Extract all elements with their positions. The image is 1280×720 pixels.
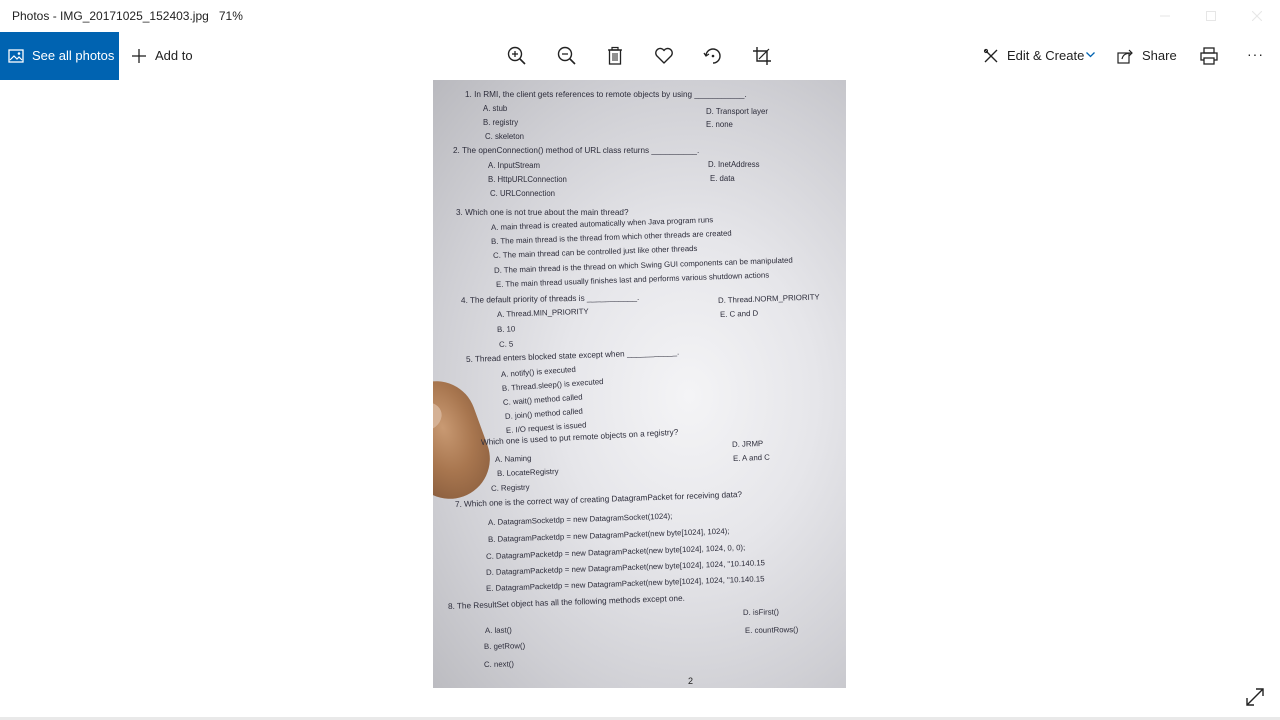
question-5-option: C. wait() method called bbox=[502, 392, 583, 407]
question-7-option: D. DatagramPacketdp = new DatagramPacket… bbox=[485, 558, 766, 577]
zoom-level: 71% bbox=[218, 9, 243, 23]
window-title: Photos - IMG_20171025_152403.jpg 71% bbox=[12, 9, 243, 23]
see-all-photos-button[interactable]: See all photos bbox=[0, 32, 119, 80]
zoom-out-icon bbox=[557, 46, 576, 65]
crop-button[interactable] bbox=[750, 44, 774, 68]
title-bar: Photos - IMG_20171025_152403.jpg 71% bbox=[0, 0, 1280, 32]
question-3-option: C. The main thread can be controlled jus… bbox=[492, 243, 698, 260]
question-8-option: C. next() bbox=[483, 659, 514, 669]
question-4-option: E. C and D bbox=[719, 308, 759, 319]
question-2: 2. The openConnection() method of URL cl… bbox=[453, 146, 700, 155]
delete-icon bbox=[608, 46, 622, 65]
question-6-option: C. Registry bbox=[490, 482, 530, 493]
question-2-option: A. InputStream bbox=[488, 161, 541, 170]
see-all-photos-label: See all photos bbox=[32, 48, 115, 63]
minimize-button[interactable] bbox=[1142, 0, 1188, 32]
zoom-out-button[interactable] bbox=[555, 44, 579, 68]
more-icon: ··· bbox=[1247, 46, 1264, 62]
question-4-option: C. 5 bbox=[498, 339, 514, 349]
question-6-option: A. Naming bbox=[494, 453, 532, 464]
question-6-option: B. LocateRegistry bbox=[496, 466, 559, 478]
photos-icon bbox=[8, 49, 24, 63]
minimize-icon bbox=[1160, 15, 1170, 17]
favorite-button[interactable] bbox=[652, 44, 676, 68]
expand-icon bbox=[1246, 688, 1264, 706]
question-7-option: E. DatagramPacketdp = new DatagramPacket… bbox=[485, 574, 765, 593]
question-1-option: E. none bbox=[706, 120, 733, 129]
question-2-option: D. InetAddress bbox=[708, 160, 760, 169]
share-label: Share bbox=[1142, 48, 1177, 63]
exam-paper: 1. In RMI, the client gets references to… bbox=[433, 80, 846, 688]
question-8-option: A. last() bbox=[484, 625, 512, 635]
delete-button[interactable] bbox=[603, 44, 627, 68]
question-4-option: B. 10 bbox=[496, 324, 516, 334]
question-7: 7. Which one is the correct way of creat… bbox=[454, 489, 743, 509]
question-4-option: D. Thread.NORM_PRIORITY bbox=[717, 292, 820, 305]
question-5-option: D. join() method called bbox=[504, 406, 584, 421]
question-2-option: B. HttpURLConnection bbox=[488, 175, 567, 184]
share-icon bbox=[1117, 49, 1133, 64]
question-8-option: B. getRow() bbox=[483, 641, 526, 651]
rotate-icon bbox=[703, 48, 721, 64]
question-2-option: C. URLConnection bbox=[490, 189, 556, 198]
question-1-option: C. skeleton bbox=[485, 132, 525, 141]
plus-icon bbox=[132, 49, 146, 63]
edit-create-button[interactable]: Edit & Create bbox=[983, 32, 1097, 80]
print-button[interactable] bbox=[1197, 44, 1221, 68]
question-7-option: A. DatagramSocketdp = new DatagramSocket… bbox=[487, 511, 673, 527]
question-4: 4. The default priority of threads is __… bbox=[460, 292, 640, 305]
add-to-button[interactable]: Add to bbox=[131, 32, 211, 80]
edit-create-label: Edit & Create bbox=[1007, 48, 1085, 63]
share-button[interactable]: Share bbox=[1117, 32, 1177, 80]
zoom-in-icon bbox=[507, 46, 526, 65]
question-8-option: E. countRows() bbox=[744, 625, 799, 635]
add-to-label: Add to bbox=[155, 48, 193, 63]
edit-create-icon bbox=[983, 48, 998, 63]
chevron-down-icon bbox=[1086, 52, 1095, 58]
full-screen-button[interactable] bbox=[1244, 686, 1266, 708]
close-icon bbox=[1252, 11, 1262, 21]
page-number: 2 bbox=[688, 676, 694, 686]
photo-viewer-image[interactable]: 1. In RMI, the client gets references to… bbox=[433, 80, 846, 688]
question-6-option: E. A and C bbox=[732, 452, 770, 463]
question-7-option: B. DatagramPacketdp = new DatagramPacket… bbox=[487, 526, 730, 544]
question-1-option: D. Transport layer bbox=[706, 107, 768, 116]
question-2-option: E. data bbox=[710, 174, 735, 183]
question-8: 8. The ResultSet object has all the foll… bbox=[447, 593, 685, 611]
question-1-option: A. stub bbox=[483, 104, 508, 113]
crop-icon bbox=[753, 47, 771, 65]
question-5-option: A. notify() is executed bbox=[500, 364, 577, 379]
question-5: 5. Thread enters blocked state except wh… bbox=[465, 347, 680, 364]
zoom-in-button[interactable] bbox=[505, 44, 529, 68]
maximize-button[interactable] bbox=[1188, 0, 1234, 32]
question-7-option: C. DatagramPacketdp = new DatagramPacket… bbox=[485, 542, 746, 561]
heart-icon bbox=[655, 47, 673, 64]
question-5-option: B. Thread.sleep() is executed bbox=[501, 376, 604, 393]
rotate-button[interactable] bbox=[701, 44, 725, 68]
close-button[interactable] bbox=[1234, 0, 1280, 32]
more-options-button[interactable]: ··· bbox=[1244, 32, 1268, 80]
question-3: 3. Which one is not true about the main … bbox=[456, 208, 629, 217]
question-6-option: D. JRMP bbox=[731, 438, 764, 449]
question-8-option: D. isFirst() bbox=[742, 607, 780, 617]
question-1: 1. In RMI, the client gets references to… bbox=[465, 90, 747, 99]
toolbar: See all photos Add to Edit & Create Shar… bbox=[0, 32, 1280, 80]
maximize-icon bbox=[1206, 11, 1216, 21]
question-4-option: A. Thread.MIN_PRIORITY bbox=[496, 306, 589, 319]
question-1-option: B. registry bbox=[483, 118, 519, 127]
print-icon bbox=[1200, 47, 1218, 65]
